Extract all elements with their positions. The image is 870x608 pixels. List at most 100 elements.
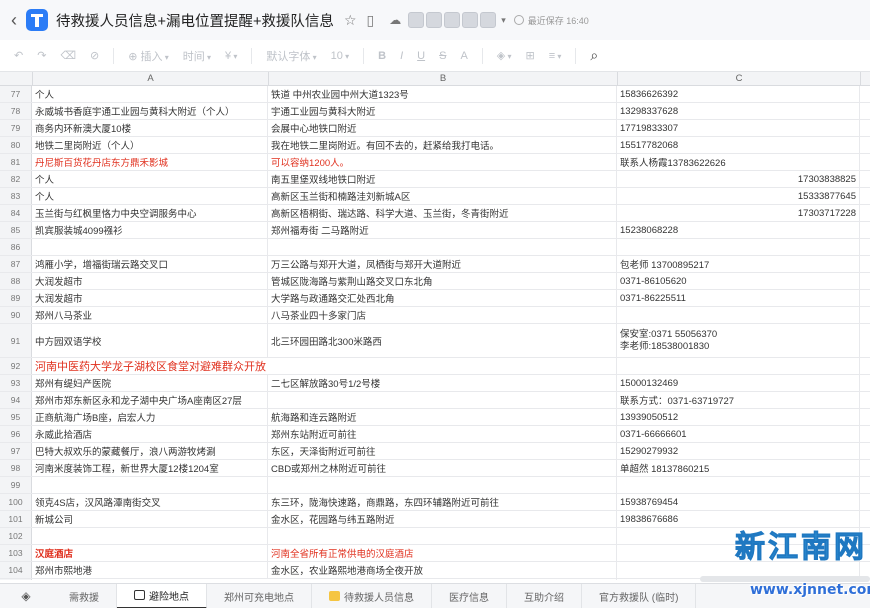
cell-c[interactable]: 包老师 13700895217 [617, 256, 860, 272]
cell-c[interactable]: 15333877645 [617, 188, 860, 204]
cell-b[interactable]: 万三公路与郑开大道，凤栖街与郑开大道附近 [268, 256, 617, 272]
cell-b[interactable]: 二七区解放路30号1/2号楼 [268, 375, 617, 391]
row-number[interactable]: 81 [0, 154, 32, 170]
cell-a[interactable]: 汉庭酒店 [32, 545, 268, 561]
redo-icon[interactable]: ↷ [37, 49, 46, 62]
cell-a[interactable]: 玉兰街与红枫里恪力中央空调服务中心 [32, 205, 268, 221]
sheet-tab[interactable]: 医疗信息 [432, 583, 507, 608]
cell-c[interactable]: 15938769454 [617, 494, 860, 510]
row-number[interactable]: 85 [0, 222, 32, 238]
cell-c[interactable]: 联系人杨霞13783622626 [617, 154, 860, 170]
cell-b[interactable]: 东区，天泽街附近可前往 [268, 443, 617, 459]
cell-a[interactable]: 郑州市熙地港 [32, 562, 268, 578]
select-all-corner[interactable] [0, 72, 32, 86]
row-number[interactable]: 105 [0, 579, 32, 580]
row-number[interactable]: 94 [0, 392, 32, 408]
underline-button[interactable]: U [417, 50, 425, 62]
row-number[interactable]: 88 [0, 273, 32, 289]
cell-c[interactable] [617, 358, 860, 374]
sheet-tab[interactable]: 待救援人员信息 [312, 583, 432, 608]
cell-a[interactable]: 个人 [32, 86, 268, 102]
row-number[interactable]: 80 [0, 137, 32, 153]
font-size-select[interactable]: 10 [331, 50, 350, 62]
clear-format-icon[interactable]: ⊘ [90, 49, 99, 62]
undo-icon[interactable]: ↶ [14, 49, 23, 62]
row-number[interactable]: 98 [0, 460, 32, 476]
sheet-tab[interactable]: 互助介绍 [507, 583, 582, 608]
cell-a[interactable]: 郑州八马茶业 [32, 307, 268, 323]
cell-a[interactable]: 丹尼斯百货花丹店东方鼎禾影城 [32, 154, 268, 170]
cell-b[interactable] [268, 392, 617, 408]
row-number[interactable]: 103 [0, 545, 32, 561]
row-number[interactable]: 96 [0, 426, 32, 442]
spreadsheet-grid[interactable]: 77 个人 铁道 中州农业园中州大道1323号 15836626392 78 永威城书香庭… [0, 86, 870, 580]
row-number[interactable]: 102 [0, 528, 32, 544]
cell-b[interactable]: 南五里堡双线地铁口附近 [268, 171, 617, 187]
cell-c[interactable]: 0371-86225511 [617, 290, 860, 306]
column-header-d[interactable] [860, 72, 870, 86]
cell-b[interactable]: 管城区陇海路与紫荆山路交叉口东北角 [268, 273, 617, 289]
time-button[interactable]: 时间 [183, 48, 211, 64]
cell-b[interactable]: 会展中心地铁口附近 [268, 120, 617, 136]
cell-c[interactable]: 13939050512 [617, 409, 860, 425]
align-icon[interactable]: ≡ [549, 50, 562, 62]
cell-a[interactable]: 中方园双语学校 [32, 324, 268, 357]
row-number[interactable]: 91 [0, 324, 32, 357]
row-number[interactable]: 101 [0, 511, 32, 527]
cell-b[interactable]: 北三环园田路北300米路西 [268, 324, 617, 357]
sheet-tab[interactable]: 避险地点 [117, 583, 207, 608]
avatar[interactable] [444, 12, 461, 28]
row-number[interactable]: 100 [0, 494, 32, 510]
cell-a[interactable]: 凯宾服装城4099襁衫 [32, 222, 268, 238]
row-number[interactable]: 78 [0, 103, 32, 119]
column-header-a[interactable]: A [32, 72, 268, 86]
number-format-button[interactable]: ¥ [225, 50, 237, 62]
row-number[interactable]: 92 [0, 358, 32, 374]
cell-b[interactable]: 郑州福寿街 二马路附近 [268, 222, 617, 238]
cell-b[interactable] [268, 477, 617, 493]
cell-c[interactable]: 0371-66666601 [617, 426, 860, 442]
cell-a[interactable]: 个人 [32, 171, 268, 187]
cell-a[interactable]: 商务内环新澳大厦10楼 [32, 120, 268, 136]
row-number[interactable]: 84 [0, 205, 32, 221]
cell-a[interactable]: 河南米度装饰工程，新世界大厦12楼1204室 [32, 460, 268, 476]
fill-color-icon[interactable]: ◈ [497, 49, 512, 62]
font-select[interactable]: 默认字体 [266, 48, 316, 64]
sheet-tab[interactable]: 郑州可充电地点 [207, 583, 312, 608]
cell-b[interactable]: 金水区，农业路熙地港商场全夜开放 [268, 562, 617, 578]
cell-a[interactable] [32, 239, 268, 255]
cell-b[interactable]: 河南全省所有正常供电的汉庭酒店 [268, 545, 617, 561]
cell-c[interactable]: 15290279932 [617, 443, 860, 459]
cell-b[interactable]: 东三环，陇海快速路，商鼎路，东四环辅路附近可前往 [268, 494, 617, 510]
cell-a[interactable]: 郑州市郑东新区永和龙子湖中央广场A座南区27层 [32, 392, 268, 408]
row-number[interactable]: 99 [0, 477, 32, 493]
cell-a[interactable] [32, 477, 268, 493]
cell-b[interactable]: 可以容纳1200人。 [268, 154, 617, 170]
cell-a[interactable]: 鸿雁小学，增福街瑞云路交叉口 [32, 256, 268, 272]
star-icon[interactable]: ☆ [344, 12, 357, 29]
chevron-down-icon[interactable]: ▾ [501, 15, 506, 26]
cell-c[interactable]: 13298337628 [617, 103, 860, 119]
insert-button[interactable]: ⊕ 插入 [128, 48, 169, 64]
cell-b[interactable]: 宇通工业园与黄科大附近 [268, 103, 617, 119]
bold-button[interactable]: B [378, 50, 386, 62]
cell-a[interactable]: 巴特大叔欢乐的蒙藏餐厅，浪八两游牧烤涮 [32, 443, 268, 459]
sheet-tab[interactable]: 官方救援队 (临时) [582, 583, 697, 608]
avatar[interactable] [408, 12, 425, 28]
cell-a[interactable]: 永威此拾酒店 [32, 426, 268, 442]
cell-a[interactable]: 领克4S店，汉风路潭南街交叉 [32, 494, 268, 510]
cell-b[interactable]: 大学路与政通路交汇处西北角 [268, 290, 617, 306]
row-number[interactable]: 77 [0, 86, 32, 102]
cell-c[interactable] [617, 307, 860, 323]
cell-c[interactable]: 15517782068 [617, 137, 860, 153]
text-color-icon[interactable]: A [460, 50, 467, 62]
avatar[interactable] [426, 12, 443, 28]
row-number[interactable]: 95 [0, 409, 32, 425]
format-painter-icon[interactable]: ⌫ [60, 49, 76, 62]
cell-b[interactable]: 我在地铁二里岗附近。有回不去的，赶紧给我打电话。 [268, 137, 617, 153]
avatar[interactable] [480, 12, 497, 28]
cell-a[interactable]: 大润发超市 [32, 290, 268, 306]
row-number[interactable]: 89 [0, 290, 32, 306]
row-number[interactable]: 82 [0, 171, 32, 187]
cell-c[interactable]: 17719833307 [617, 120, 860, 136]
